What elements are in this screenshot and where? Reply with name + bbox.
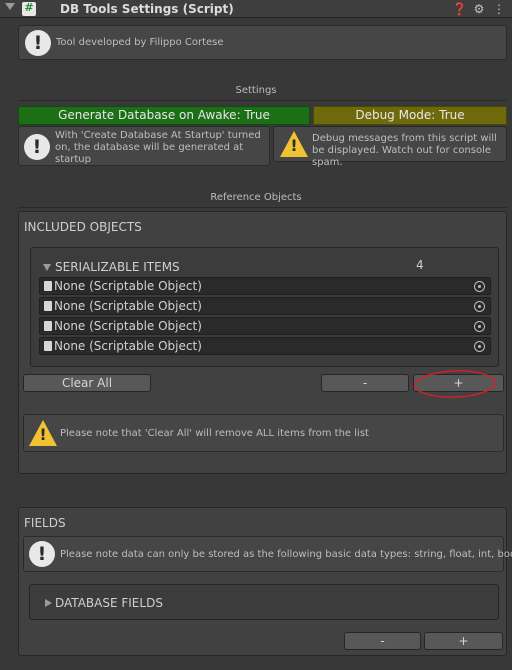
generate-db-toggle[interactable]: Generate Database on Awake: True: [18, 106, 310, 125]
preset-icon[interactable]: ⚙: [472, 2, 486, 16]
info-icon: [29, 541, 55, 567]
object-picker-icon[interactable]: [474, 281, 485, 292]
author-text: Tool developed by Filippo Cortese: [56, 37, 224, 48]
list-item-label: None (Scriptable Object): [54, 299, 202, 313]
debug-help-text: Debug messages from this script will be …: [312, 133, 497, 168]
included-objects-title: INCLUDED OBJECTS: [24, 220, 142, 234]
divider: [18, 207, 507, 208]
generate-help-text: With 'Create Database At Startup' turned…: [55, 130, 261, 165]
foldout-arrow-icon[interactable]: [45, 599, 52, 607]
fields-panel: FIELDS Please note data can only be stor…: [18, 507, 512, 656]
generate-helpbox: With 'Create Database At Startup' turned…: [18, 126, 270, 166]
list-count[interactable]: 4: [416, 258, 424, 272]
list-item[interactable]: None (Scriptable Object): [39, 317, 491, 335]
warning-icon: [29, 420, 57, 446]
document-icon: [44, 341, 52, 351]
list-header[interactable]: SERIALIZABLE ITEMS: [55, 260, 180, 274]
script-icon: [22, 1, 36, 16]
included-objects-panel: INCLUDED OBJECTS SERIALIZABLE ITEMS 4 No…: [18, 211, 507, 474]
clear-all-help-text: Please note that 'Clear All' will remove…: [60, 428, 369, 439]
info-icon: [24, 134, 50, 160]
more-icon[interactable]: ⋮: [492, 2, 506, 16]
document-icon: [44, 321, 52, 331]
fields-title: FIELDS: [24, 516, 66, 530]
help-icon[interactable]: ❓: [452, 2, 467, 16]
warning-icon: [280, 131, 308, 157]
clear-all-helpbox: Please note that 'Clear All' will remove…: [23, 414, 504, 452]
list-item[interactable]: None (Scriptable Object): [39, 337, 491, 355]
document-icon: [44, 301, 52, 311]
fields-helpbox: Please note data can only be stored as t…: [23, 536, 512, 572]
foldout-arrow-icon[interactable]: [43, 264, 51, 271]
serializable-list: SERIALIZABLE ITEMS 4 None (Scriptable Ob…: [30, 247, 499, 367]
list-item-label: None (Scriptable Object): [54, 339, 202, 353]
debug-helpbox: Debug messages from this script will be …: [273, 126, 507, 168]
fields-help-text: Please note data can only be stored as t…: [60, 549, 512, 560]
info-icon: [25, 30, 51, 56]
annotation-circle: [414, 370, 496, 398]
reference-label: Reference Objects: [210, 192, 302, 203]
debug-mode-toggle[interactable]: Debug Mode: True: [313, 106, 507, 125]
author-helpbox: Tool developed by Filippo Cortese: [18, 25, 507, 60]
clear-all-button[interactable]: Clear All: [23, 374, 151, 392]
fold-arrow-icon[interactable]: [5, 3, 15, 10]
database-fields-foldout[interactable]: DATABASE FIELDS: [29, 584, 499, 620]
list-item[interactable]: None (Scriptable Object): [39, 277, 491, 295]
database-fields-label[interactable]: DATABASE FIELDS: [55, 596, 163, 610]
component-title: DB Tools Settings (Script): [60, 2, 234, 16]
document-icon: [44, 281, 52, 291]
add-field-button[interactable]: +: [424, 632, 503, 650]
object-picker-icon[interactable]: [474, 321, 485, 332]
object-picker-icon[interactable]: [474, 301, 485, 312]
list-item[interactable]: None (Scriptable Object): [39, 297, 491, 315]
remove-field-button[interactable]: -: [344, 632, 421, 650]
divider: [18, 100, 507, 101]
settings-label: Settings: [235, 85, 277, 96]
list-item-label: None (Scriptable Object): [54, 319, 202, 333]
list-item-label: None (Scriptable Object): [54, 279, 202, 293]
object-picker-icon[interactable]: [474, 341, 485, 352]
remove-item-button[interactable]: -: [321, 374, 409, 392]
